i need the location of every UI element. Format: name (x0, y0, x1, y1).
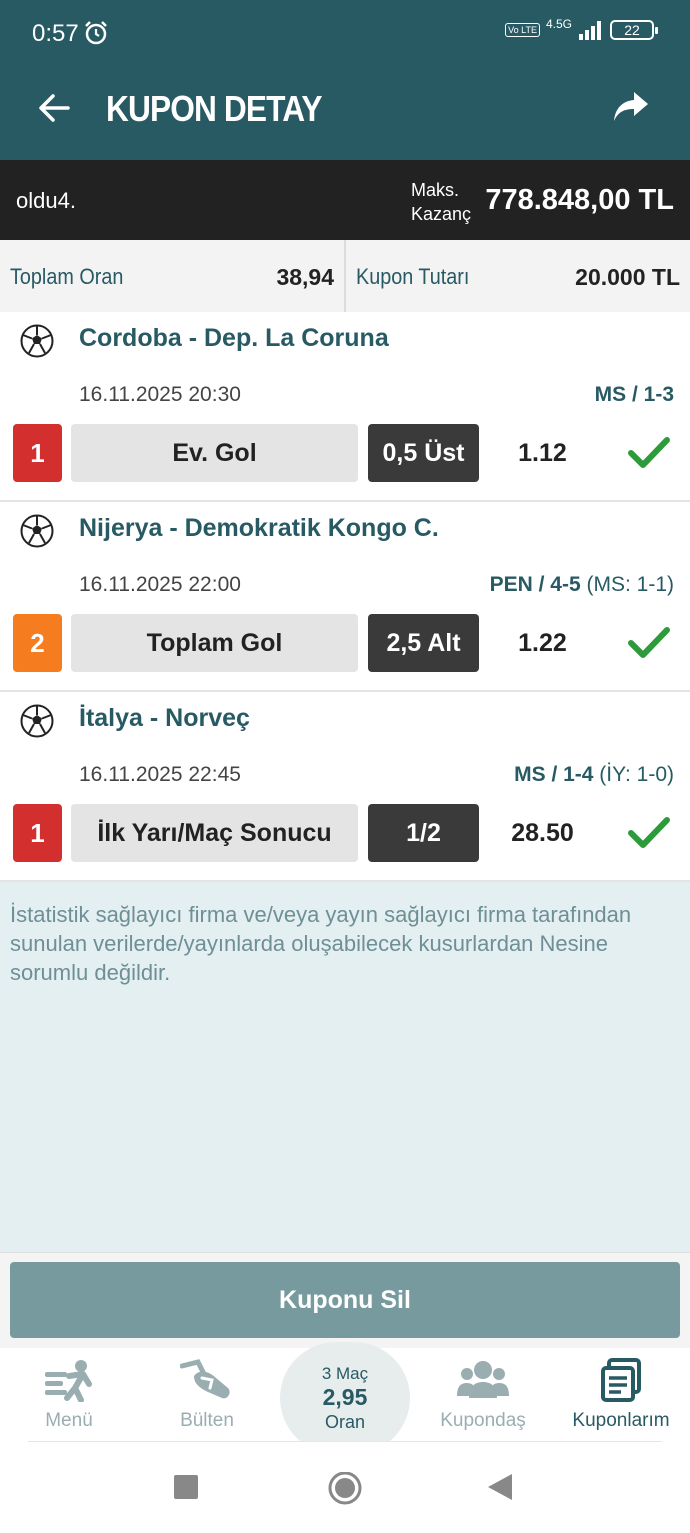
share-icon[interactable] (612, 90, 650, 124)
menu-runner-icon (45, 1360, 92, 1402)
bet-type: Ev. Gol (71, 424, 358, 482)
network-type: 4.5G (545, 17, 572, 31)
status-time: 0:57 (32, 20, 79, 47)
back-triangle-icon[interactable] (486, 1472, 514, 1502)
nav-menu-label: Menü (45, 1410, 93, 1431)
nav-kuponlarim-label: Kuponlarım (572, 1410, 670, 1431)
soccer-ball-icon (20, 704, 54, 738)
total-odds-value: 38,94 (276, 264, 334, 290)
match-result: MS / 1-3 (594, 383, 674, 406)
match-row[interactable]: İtalya - Norveç 16.11.2025 22:45 MS / 1-… (0, 692, 690, 882)
delete-coupon-button[interactable]: Kuponu Sil (10, 1262, 680, 1338)
match-title: Cordoba - Dep. La Coruna (79, 324, 389, 352)
coupon-amount-cell: Kupon Tutarı 20.000 TL (344, 240, 690, 312)
status-indicators: Vo LTE 4.5G 22 (505, 17, 658, 40)
coupon-amount-value: 20.000 TL (575, 264, 680, 290)
match-date: 16.11.2025 22:45 (79, 763, 241, 786)
bet-type: Toplam Gol (71, 614, 358, 672)
bet-pick: 1/2 (368, 804, 479, 862)
nav-bulletin[interactable]: Bülten (138, 1348, 276, 1442)
system-nav-bar (0, 1442, 690, 1533)
check-icon (628, 817, 670, 848)
match-result: MS / 1-4 (İY: 1-0) (514, 763, 674, 786)
bottom-nav: Menü Bülten 3 Maç 2,95 Oran Kupondaş Kup… (0, 1342, 690, 1454)
coupon-amount-label: Kupon Tutarı (356, 264, 470, 289)
coupon-info-bar: oldu4. Maks. Kazanç 778.848,00 TL (0, 160, 690, 240)
coupon-name: oldu4. (16, 188, 76, 213)
odds-bubble[interactable]: 3 Maç 2,95 Oran (280, 1342, 410, 1454)
bet-odd: 1.22 (518, 628, 567, 657)
bet-odd: 28.50 (511, 818, 574, 847)
bubble-odds: 2,95 (322, 1384, 368, 1410)
pick-number-badge: 1 (13, 424, 62, 482)
app-header: KUPON DETAY (0, 62, 690, 160)
bet-type: İlk Yarı/Maç Sonucu (71, 804, 358, 862)
disclaimer-text: İstatistik sağlayıcı firma ve/veya yayın… (10, 902, 632, 985)
signal-icon (579, 21, 601, 40)
bubble-odds-label: Oran (324, 1412, 366, 1432)
bet-pick: 0,5 Üst (368, 424, 479, 482)
bulletin-hand-icon (180, 1359, 230, 1399)
max-win-label: Maks. Kazanç (411, 180, 472, 224)
match-result: PEN / 4-5 (MS: 1-1) (489, 573, 674, 596)
match-title: Nijerya - Demokratik Kongo C. (79, 514, 439, 542)
total-odds-label: Toplam Oran (10, 264, 124, 289)
back-arrow-icon[interactable] (36, 90, 72, 126)
pick-number-badge: 2 (13, 614, 62, 672)
bet-pick: 2,5 Alt (368, 614, 479, 672)
bubble-match-count: 3 Maç (321, 1364, 369, 1383)
status-bar: 0:57 Vo LTE 4.5G 22 (0, 0, 690, 62)
nav-kupondas-label: Kupondaş (440, 1410, 526, 1431)
page-title: KUPON DETAY (106, 88, 323, 129)
coupons-stack-icon (601, 1358, 641, 1402)
delete-area: Kuponu Sil (0, 1252, 690, 1348)
bet-odd: 1.12 (518, 438, 567, 467)
home-icon[interactable] (327, 1472, 363, 1508)
nav-kupondas[interactable]: Kupondaş (414, 1348, 552, 1442)
battery-icon: 22 (610, 20, 658, 40)
nav-kuponlarim[interactable]: Kuponlarım (552, 1348, 690, 1442)
match-title: İtalya - Norveç (79, 704, 250, 732)
check-icon (628, 627, 670, 658)
people-group-icon (457, 1361, 509, 1398)
match-date: 16.11.2025 20:30 (79, 383, 241, 406)
soccer-ball-icon (20, 324, 54, 358)
recent-apps-icon[interactable] (173, 1472, 199, 1502)
coupon-summary: Toplam Oran 38,94 Kupon Tutarı 20.000 TL (0, 240, 690, 312)
nav-menu[interactable]: Menü (0, 1348, 138, 1442)
volte-badge: Vo LTE (505, 23, 540, 37)
match-row[interactable]: Cordoba - Dep. La Coruna 16.11.2025 20:3… (0, 312, 690, 502)
alarm-icon (85, 21, 107, 45)
soccer-ball-icon (20, 514, 54, 548)
check-icon (628, 437, 670, 468)
match-row[interactable]: Nijerya - Demokratik Kongo C. 16.11.2025… (0, 502, 690, 692)
max-win-value: 778.848,00 TL (485, 184, 674, 216)
disclaimer-area: İstatistik sağlayıcı firma ve/veya yayın… (0, 882, 690, 1252)
total-odds-cell: Toplam Oran 38,94 (0, 240, 344, 312)
match-date: 16.11.2025 22:00 (79, 573, 241, 596)
pick-number-badge: 1 (13, 804, 62, 862)
nav-bulletin-label: Bülten (180, 1410, 234, 1431)
